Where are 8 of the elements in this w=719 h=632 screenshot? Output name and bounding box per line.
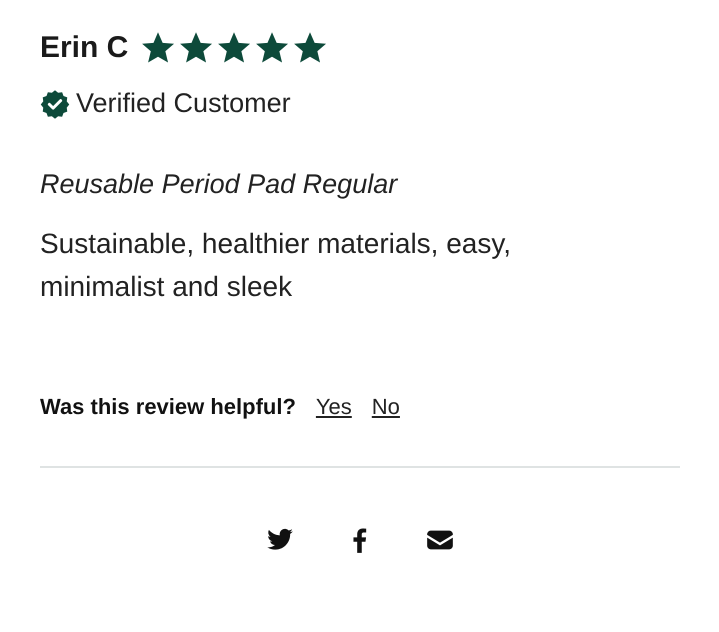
verified-label: Verified Customer (76, 88, 291, 119)
helpful-question: Was this review helpful? (40, 394, 296, 420)
vote-link[interactable]: Yes (316, 394, 352, 420)
verified-badge-icon (40, 88, 70, 118)
review-text: Sustainable, healthier materials, easy, minimalist and sleek (40, 227, 512, 304)
product-name: Reusable Period Pad Regular (40, 169, 400, 200)
reviewer-name: Erin C (40, 31, 128, 65)
vote-link[interactable]: No (372, 394, 400, 420)
